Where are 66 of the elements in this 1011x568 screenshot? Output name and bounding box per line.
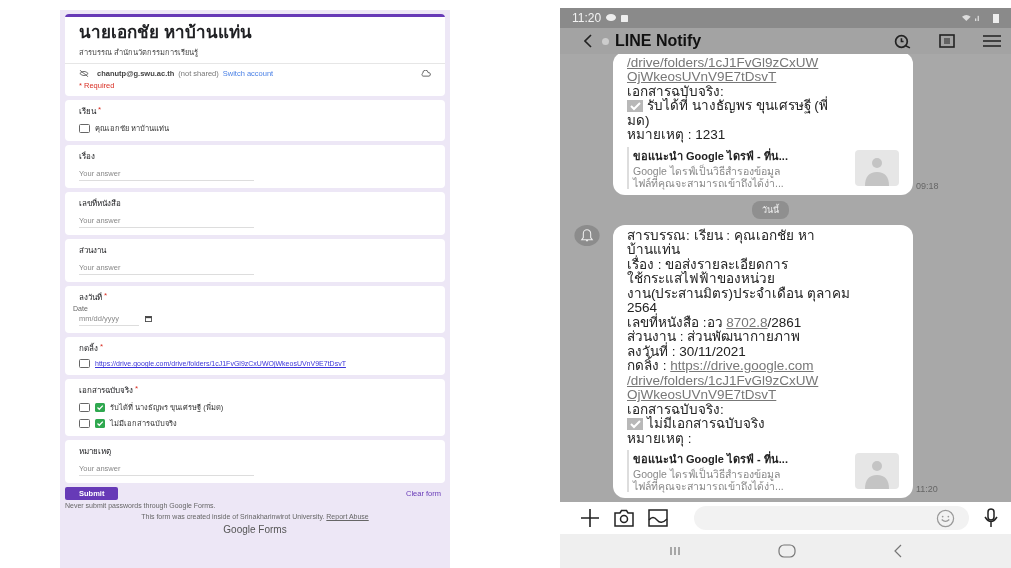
checkbox[interactable]	[79, 359, 90, 368]
link-preview-card[interactable]: ขอแนะนำ Google ไดรฟ์ - ที่น... Google ไดรฟ์เป็นวิธีสำรองข้อมูล ไฟล์ที่คุณจะสามารถเข้าถึงได้ง่า...	[627, 146, 899, 189]
date-divider: วันนี้	[752, 200, 789, 219]
image-icon[interactable]	[648, 509, 668, 527]
checkbox[interactable]	[79, 402, 90, 412]
preview-title: ขอแนะนำ Google ไดรฟ์ - ที่น...	[633, 450, 789, 467]
message-link[interactable]: OjWkeosUVnV9E7tDsvT	[627, 70, 777, 85]
message-text: เอกสารฉบับจริง:	[627, 402, 724, 417]
preview-title: ขอแนะนำ Google ไดรฟ์ - ที่น...	[633, 147, 789, 164]
message-text: หมายเหตุ :	[627, 431, 692, 446]
chat-bubble-icon	[606, 14, 617, 22]
google-forms-logo: Google Forms	[222, 524, 288, 535]
message-time: 11:20	[916, 484, 938, 494]
preview-description: Google ไดรฟ์เป็นวิธีสำรองข้อมูล	[633, 164, 780, 177]
message-link[interactable]: 8702.8	[726, 315, 768, 330]
message-text: /2861	[767, 315, 802, 330]
message-link[interactable]: https://drive.google.com	[670, 359, 814, 374]
question-label: เรียน	[79, 106, 96, 118]
message-time: 09:18	[916, 180, 939, 191]
microphone-icon[interactable]	[983, 508, 999, 528]
status-time: 11:20	[572, 11, 602, 25]
message-link[interactable]: /drive/folders/1cJ1FvGl9zCxUW	[627, 55, 819, 70]
required-asterisk: *	[104, 291, 108, 302]
question-label: กดลิ้ง	[79, 342, 98, 355]
eye-off-icon	[79, 70, 89, 77]
back-icon[interactable]	[584, 34, 592, 48]
back-icon[interactable]	[894, 544, 903, 558]
person-thumbnail-icon	[855, 453, 899, 489]
form-title: นายเอกชัย หาบ้านแท่น	[79, 23, 253, 43]
preview-description: ไฟล์ที่คุณจะสามารถเข้าถึงได้ง่า...	[633, 480, 785, 492]
checkbox[interactable]	[79, 123, 90, 133]
message-link[interactable]: OjWkeosUVnV9E7tDsvT	[627, 388, 777, 403]
message-link[interactable]: /drive/folders/1cJ1FvGl9zCxUW	[627, 373, 819, 388]
avatar-icon	[602, 37, 609, 45]
message-text: ใช้กระแสไฟฟ้าของหน่วย	[627, 272, 775, 286]
cloud-icon	[420, 70, 431, 77]
message-text: ไม่มีเอกสารฉบับจริง	[647, 417, 765, 432]
emoji-icon[interactable]	[936, 508, 955, 528]
question-label: ลงวันที่	[79, 291, 102, 304]
question-label: หมายเหตุ	[79, 446, 111, 458]
link-preview-card[interactable]: ขอแนะนำ Google ไดรฟ์ - ที่น... Google ไดรฟ์เป็นวิธีสำรองข้อมูล ไฟล์ที่คุณจะสามารถเข้าถึงได้ง่า...	[627, 450, 899, 492]
message-text: งาน(ประสานมิตร)ประจำเดือน ตุลาคม	[627, 286, 850, 301]
person-thumbnail-icon	[855, 149, 899, 186]
required-asterisk: *	[100, 342, 104, 353]
plus-icon[interactable]	[580, 508, 600, 528]
checkbox[interactable]	[79, 418, 90, 428]
search-icon[interactable]	[894, 33, 911, 49]
message-input-field[interactable]	[694, 506, 969, 530]
calendar-icon	[145, 316, 152, 322]
message-text: หมายเหตุ : 1231	[627, 128, 726, 143]
home-icon[interactable]	[778, 544, 797, 558]
question-label: ส่วนงาน	[79, 245, 106, 257]
camera-icon[interactable]	[614, 509, 634, 527]
question-label: เอกสารฉบับจริง	[79, 385, 133, 397]
required-asterisk: *	[98, 105, 102, 116]
question-label: เลขที่หนังสือ	[79, 197, 121, 210]
message-text: มด)	[627, 113, 650, 128]
chat-title: LINE Notify	[615, 32, 702, 50]
message-text: สารบรรณ: เรียน : คุณเอกชัย หา	[627, 228, 815, 243]
menu-icon[interactable]	[983, 34, 1001, 48]
question-label: เรื่อง	[79, 150, 95, 163]
required-asterisk: *	[135, 384, 139, 395]
preview-description: ไฟล์ที่คุณจะสามารถเข้าถึงได้ง่า...	[633, 176, 785, 189]
notes-icon[interactable]	[939, 34, 955, 48]
preview-description: Google ไดรฟ์เป็นวิธีสำรองข้อมูล	[633, 468, 780, 480]
battery-icon	[993, 13, 999, 23]
